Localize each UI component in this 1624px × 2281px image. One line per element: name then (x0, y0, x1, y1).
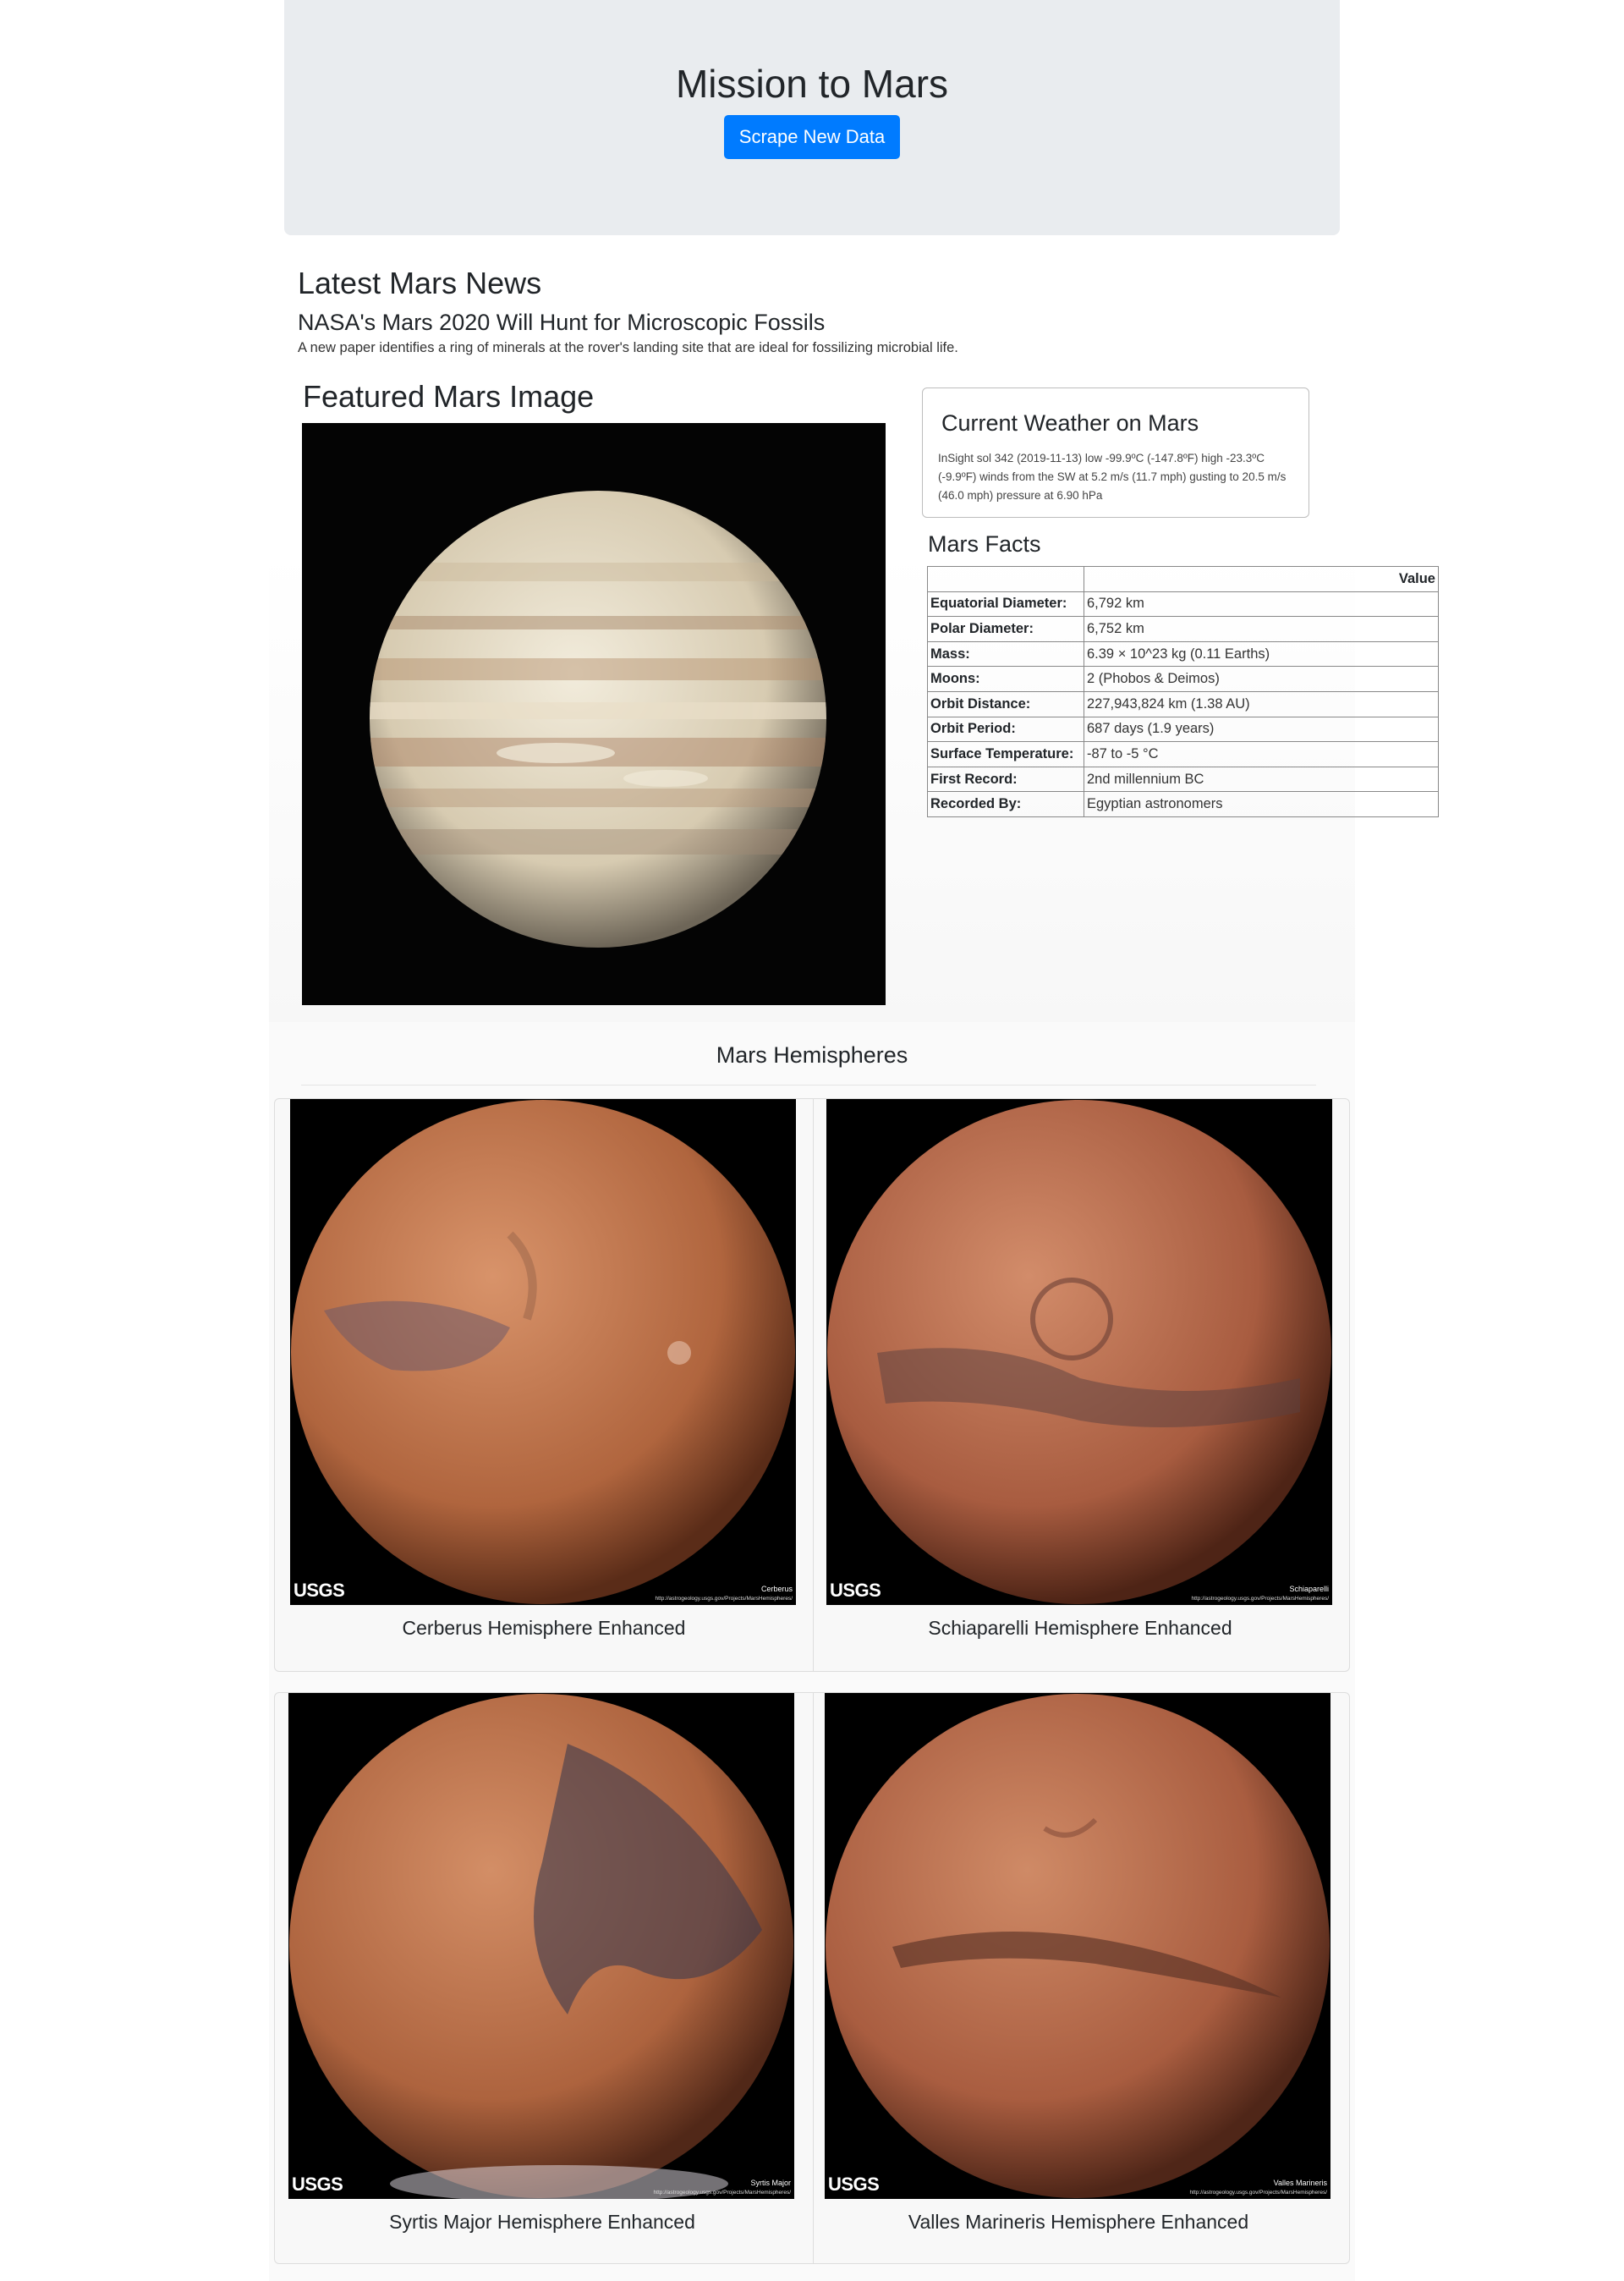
hemisphere-row-1: USGS Cerberus http://astrogeology.usgs.g… (274, 1098, 1350, 1672)
fact-value: 6.39 × 10^23 kg (0.11 Earths) (1084, 640, 1439, 668)
featured-image-heading: Featured Mars Image (303, 379, 595, 414)
usgs-logo: USGS (830, 1580, 881, 1601)
fact-value: 687 days (1.9 years) (1084, 716, 1439, 743)
fact-value: 6,792 km (1084, 591, 1439, 618)
mars-facts-heading: Mars Facts (928, 531, 1041, 557)
hemisphere-image-url: http://astrogeology.usgs.gov/Projects/Ma… (655, 1596, 793, 1602)
news-teaser: A new paper identifies a ring of mineral… (298, 340, 958, 355)
weather-card: Current Weather on Mars InSight sol 342 … (922, 387, 1309, 518)
hemisphere-image-valles-marineris[interactable]: USGS Valles Marineris http://astrogeolog… (825, 1693, 1330, 2199)
fact-value: Egyptian astronomers (1084, 791, 1439, 817)
mars-facts-table: Value Equatorial Diameter: 6,792 km Polar… (927, 566, 1439, 817)
fact-label: Mass: (927, 640, 1084, 668)
hemisphere-image-label: Syrtis Major (750, 2179, 791, 2187)
scrape-new-data-button[interactable]: Scrape New Data (724, 115, 900, 159)
table-row: Surface Temperature: -87 to -5 °C (927, 741, 1439, 767)
hemisphere-image-schiaparelli[interactable]: USGS Schiaparelli http://astrogeology.us… (826, 1099, 1332, 1605)
hemisphere-caption-cerberus: Cerberus Hemisphere Enhanced (402, 1617, 686, 1639)
table-row: Polar Diameter: 6,752 km (927, 616, 1439, 642)
hemisphere-image-syrtis-major[interactable]: USGS Syrtis Major http://astrogeology.us… (288, 1693, 794, 2199)
usgs-logo: USGS (294, 1580, 345, 1601)
facts-header-blank (927, 566, 1084, 592)
latest-news-heading: Latest Mars News (298, 266, 542, 300)
fact-label: Orbit Distance: (927, 690, 1084, 717)
fact-value: 6,752 km (1084, 616, 1439, 642)
fact-value: 2nd millennium BC (1084, 766, 1439, 793)
page-title: Mission to Mars (675, 62, 949, 106)
fact-label: First Record: (927, 766, 1084, 793)
hemispheres-divider (301, 1085, 1316, 1086)
hemisphere-caption-valles-marineris: Valles Marineris Hemisphere Enhanced (908, 2211, 1249, 2233)
row-divider (813, 1693, 814, 2263)
news-headline: NASA's Mars 2020 Will Hunt for Microscop… (298, 310, 826, 335)
hemisphere-image-url: http://astrogeology.usgs.gov/Projects/Ma… (653, 2190, 791, 2196)
hemisphere-image-cerberus[interactable]: USGS Cerberus http://astrogeology.usgs.g… (290, 1099, 796, 1605)
weather-text: InSight sol 342 (2019-11-13) low -99.9ºC… (938, 452, 1287, 502)
fact-label: Equatorial Diameter: (927, 591, 1084, 618)
table-row: Equatorial Diameter: 6,792 km (927, 591, 1439, 618)
hemisphere-caption-syrtis-major: Syrtis Major Hemisphere Enhanced (389, 2211, 695, 2233)
table-row: First Record: 2nd millennium BC (927, 766, 1439, 793)
hemispheres-heading: Mars Hemispheres (716, 1042, 908, 1068)
usgs-logo: USGS (292, 2174, 343, 2195)
fact-label: Moons: (927, 666, 1084, 692)
fact-value: -87 to -5 °C (1084, 741, 1439, 767)
hemisphere-image-label: Cerberus (760, 1585, 793, 1593)
hemisphere-image-label: Schiaparelli (1289, 1585, 1329, 1593)
hemisphere-image-url: http://astrogeology.usgs.gov/Projects/Ma… (1191, 1596, 1329, 1602)
facts-header-row: Value (927, 566, 1439, 592)
table-row: Orbit Distance: 227,943,824 km (1.38 AU) (927, 690, 1439, 717)
table-row: Recorded By: Egyptian astronomers (927, 791, 1439, 817)
facts-header-value: Value (1084, 566, 1439, 592)
hemisphere-image-url: http://astrogeology.usgs.gov/Projects/Ma… (1189, 2190, 1327, 2196)
usgs-logo: USGS (828, 2174, 880, 2195)
fact-label: Orbit Period: (927, 716, 1084, 743)
table-row: Mass: 6.39 × 10^23 kg (0.11 Earths) (927, 640, 1439, 668)
fact-label: Surface Temperature: (927, 741, 1084, 767)
fact-label: Recorded By: (927, 791, 1084, 817)
featured-planet-image (302, 423, 886, 1005)
fact-value: 227,943,824 km (1.38 AU) (1084, 690, 1439, 717)
table-row: Orbit Period: 687 days (1.9 years) (927, 716, 1439, 743)
row-divider (813, 1099, 814, 1671)
hemisphere-row-2: USGS Syrtis Major http://astrogeology.us… (274, 1692, 1350, 2264)
hemisphere-caption-schiaparelli: Schiaparelli Hemisphere Enhanced (928, 1617, 1232, 1639)
fact-label: Polar Diameter: (927, 616, 1084, 642)
weather-title: Current Weather on Mars (941, 410, 1199, 436)
hemisphere-image-label: Valles Marineris (1273, 2179, 1327, 2187)
fact-value: 2 (Phobos & Deimos) (1084, 666, 1439, 692)
table-row: Moons: 2 (Phobos & Deimos) (927, 666, 1439, 692)
